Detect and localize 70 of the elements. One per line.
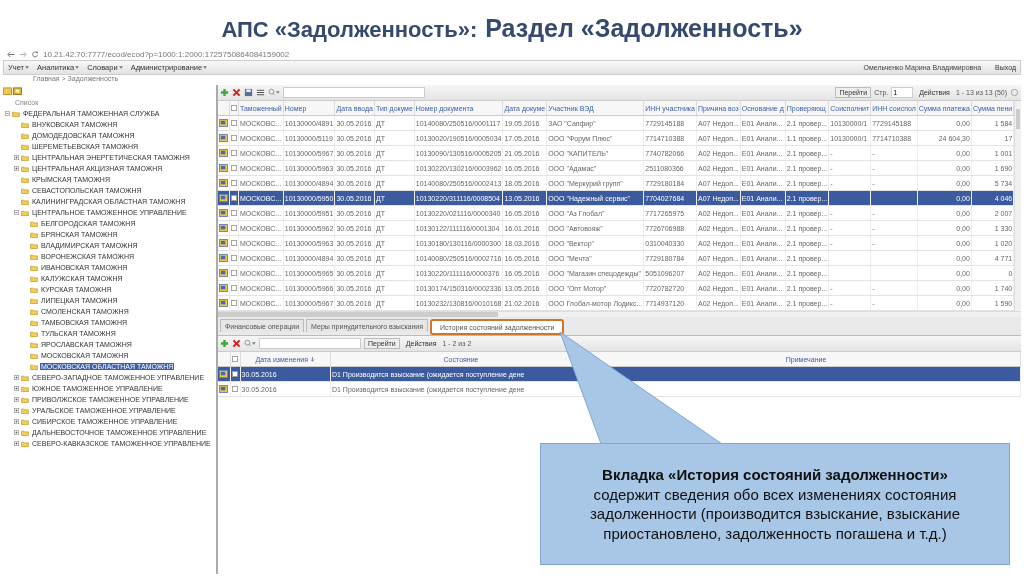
callout-title: Вкладка «История состояний задолженности»	[602, 465, 948, 485]
expander-icon[interactable]	[14, 419, 19, 424]
refresh-icon[interactable]	[1010, 88, 1019, 97]
caret-icon	[118, 66, 123, 69]
checkbox[interactable]	[231, 120, 237, 126]
expander-icon[interactable]	[14, 210, 19, 215]
scrollbar-thumb[interactable]	[1016, 109, 1020, 129]
caret-icon	[75, 66, 80, 69]
add-icon[interactable]	[220, 88, 229, 97]
checkbox[interactable]	[231, 150, 237, 156]
forward-icon[interactable]	[19, 50, 27, 58]
checkbox[interactable]	[231, 225, 237, 231]
search-icon[interactable]	[244, 339, 256, 348]
expander-icon[interactable]	[14, 441, 19, 446]
back-icon[interactable]	[7, 50, 15, 58]
folder-icon[interactable]	[13, 87, 22, 95]
checkbox[interactable]	[231, 165, 237, 171]
document-icon[interactable]	[219, 224, 228, 232]
document-icon[interactable]	[219, 134, 228, 142]
expander-icon[interactable]	[14, 408, 19, 413]
checkbox[interactable]	[231, 285, 237, 291]
slide-title: Раздел «Задолженность»	[485, 14, 803, 43]
document-icon[interactable]	[219, 194, 228, 202]
checkbox[interactable]	[231, 356, 238, 362]
checkbox[interactable]	[231, 300, 237, 306]
delete-icon[interactable]	[232, 88, 241, 97]
callout-text: содержит сведения обо всех изменениях состояния задолженности (производится взыскание, взыскание приостановлено, задолженность погашена и т.д.)	[588, 484, 962, 543]
checkbox[interactable]	[231, 210, 237, 216]
sort-icon	[310, 356, 316, 362]
add-icon[interactable]	[220, 339, 229, 348]
list-icon[interactable]	[256, 88, 265, 97]
scrollbar-thumb[interactable]	[218, 312, 498, 317]
save-icon[interactable]	[244, 88, 253, 97]
document-icon[interactable]	[219, 179, 228, 187]
checkbox[interactable]	[231, 270, 237, 276]
expander-icon[interactable]	[14, 397, 19, 402]
document-icon[interactable]	[219, 385, 228, 393]
document-icon[interactable]	[219, 254, 228, 262]
document-icon[interactable]	[219, 239, 228, 247]
checkbox[interactable]	[231, 135, 237, 141]
address-field[interactable]: 10.21.42.70:7777/ecod/ecod?p=1000:1:2000:1725750864084159002	[43, 49, 290, 59]
expander-icon[interactable]	[14, 166, 19, 171]
folder-icon[interactable]	[3, 87, 12, 95]
document-icon[interactable]	[219, 164, 228, 172]
document-icon[interactable]	[219, 119, 228, 127]
document-icon[interactable]	[219, 299, 228, 307]
document-icon[interactable]	[219, 149, 228, 157]
search-field[interactable]	[259, 338, 361, 349]
document-icon[interactable]	[219, 370, 228, 378]
checkbox[interactable]	[231, 240, 237, 246]
expander-icon[interactable]	[14, 430, 19, 435]
expander-icon[interactable]	[14, 155, 19, 160]
checkbox[interactable]	[231, 180, 237, 186]
caret-icon	[25, 66, 30, 69]
slide-title: АПС «Задолженность»:	[221, 17, 478, 43]
checkbox[interactable]	[231, 105, 237, 111]
expander-icon[interactable]	[14, 375, 19, 380]
expander-icon[interactable]	[14, 386, 19, 391]
document-icon[interactable]	[219, 209, 228, 217]
checkbox[interactable]	[231, 371, 238, 377]
reload-icon[interactable]	[31, 50, 39, 58]
checkbox[interactable]	[231, 195, 237, 201]
checkbox[interactable]	[231, 255, 237, 261]
search-field[interactable]	[283, 87, 425, 98]
delete-icon[interactable]	[232, 339, 241, 348]
caret-icon	[203, 66, 208, 69]
checkbox[interactable]	[231, 386, 238, 392]
document-icon[interactable]	[219, 284, 228, 292]
document-icon[interactable]	[219, 269, 228, 277]
expander-icon[interactable]	[5, 111, 10, 116]
